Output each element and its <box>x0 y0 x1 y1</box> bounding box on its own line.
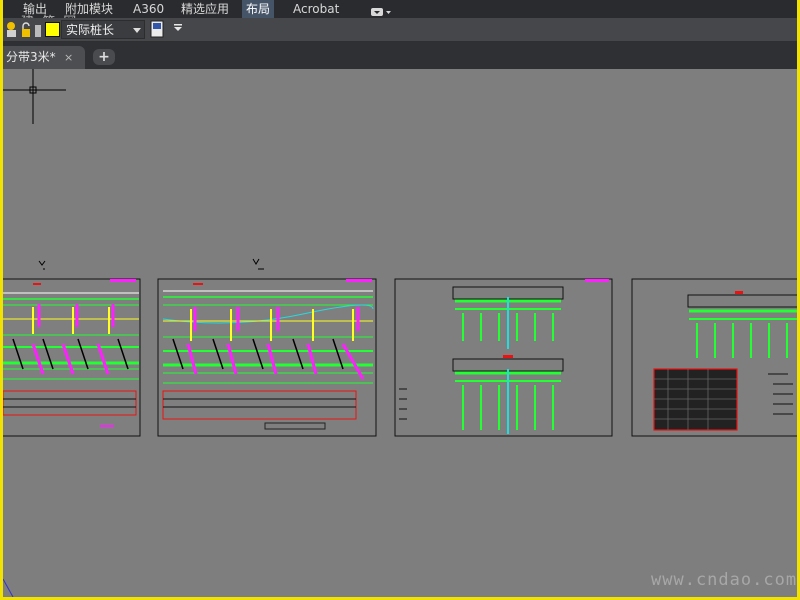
application-window: 输出 附加模块 A360 精选应用 布局 Acrobat 建 筑 网 实际桩长 <box>3 0 797 597</box>
layout-sheet-2[interactable] <box>157 258 377 437</box>
layer-dropdown-value: 实际桩长 <box>66 23 115 37</box>
layout-view <box>3 69 797 597</box>
ribbon-tab-a360[interactable]: A360 <box>129 0 168 18</box>
layer-state-icons[interactable] <box>5 21 45 38</box>
layout-sheet-3[interactable] <box>394 278 613 437</box>
document-tab-bar: 分带3米* × + <box>3 42 797 69</box>
layer-properties-bar: 实际桩长 <box>3 18 797 42</box>
layout-sheet-1[interactable] <box>3 260 141 437</box>
ribbon-tab-layout[interactable]: 布局 <box>242 0 275 18</box>
ribbon-tab-featured-apps[interactable]: 精选应用 <box>177 0 233 18</box>
layer-tools[interactable] <box>148 20 186 39</box>
crosshair-cursor-icon <box>3 69 66 124</box>
chevron-down-icon <box>133 28 141 33</box>
ribbon-tab-acrobat[interactable]: Acrobat <box>289 0 343 18</box>
new-tab-button[interactable]: + <box>93 49 115 65</box>
document-tab-label: 分带3米* <box>6 50 56 64</box>
layer-color-swatch <box>45 22 60 37</box>
drawing-canvas[interactable] <box>3 69 797 597</box>
close-icon[interactable]: × <box>64 46 73 69</box>
ribbon-tab-bar: 输出 附加模块 A360 精选应用 布局 Acrobat <box>3 0 797 18</box>
ribbon-options-dropdown[interactable] <box>370 3 392 16</box>
layout-sheet-4[interactable] <box>631 278 797 437</box>
watermark-url: www.cndao.com <box>651 570 797 590</box>
ucs-axis-line <box>3 578 14 597</box>
layer-dropdown[interactable]: 实际桩长 <box>61 20 145 39</box>
chevron-down-icon <box>371 8 391 16</box>
document-tab[interactable]: 分带3米* × <box>3 46 85 69</box>
